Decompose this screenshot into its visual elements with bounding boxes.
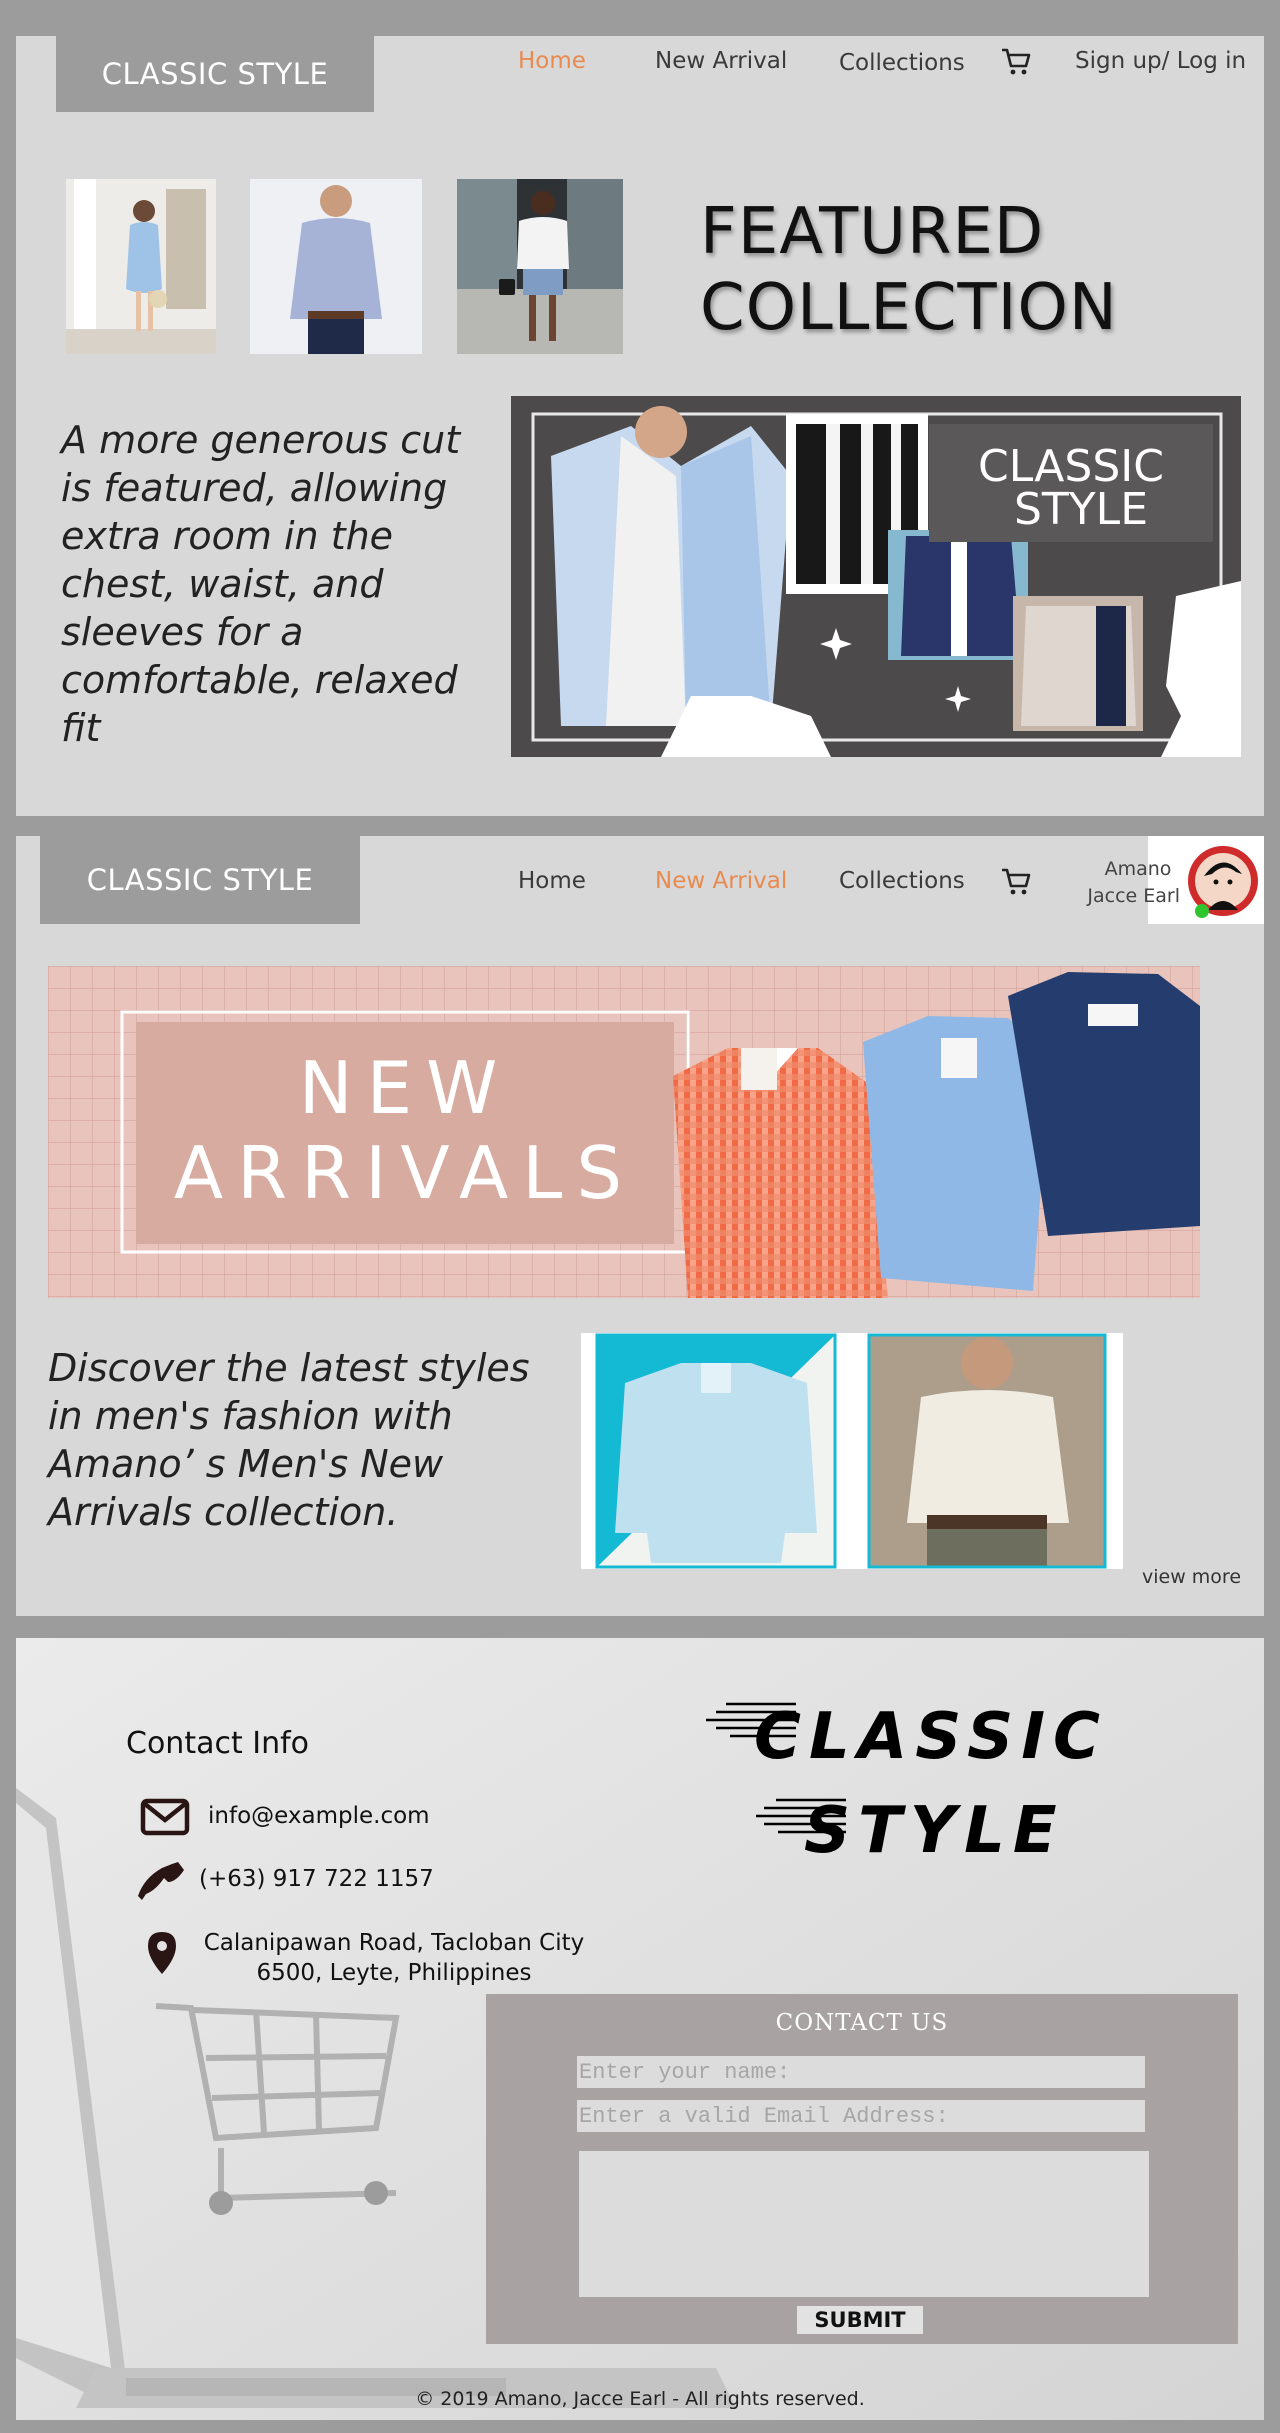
new-arrival-description: Discover the latest styles in men's fash… — [48, 1346, 530, 1534]
new-arrival-gallery — [581, 1333, 1123, 1569]
featured-description: A more generous cut is featured, allowin… — [61, 418, 461, 750]
product-thumb-dress[interactable] — [66, 179, 216, 354]
user-last-name: Jacce Earl — [1087, 885, 1180, 907]
online-status-icon — [1195, 904, 1209, 918]
featured-section: CLASSIC STYLE Home New Arrival Collectio… — [16, 36, 1264, 816]
user-name[interactable]: Amano Jacce Earl — [1056, 856, 1180, 910]
product-thumb-shirt[interactable] — [250, 179, 422, 354]
product-thumb-blouse[interactable] — [457, 179, 623, 354]
nav-new-arrival[interactable]: New Arrival — [655, 868, 787, 894]
nav-home[interactable]: Home — [518, 48, 586, 74]
brand-wordmark-line2: STYLE — [804, 1794, 1065, 1868]
view-more-link[interactable]: view more — [1142, 1566, 1241, 1588]
brand-wordmark-line1: CLASSIC — [754, 1700, 1108, 1774]
location-pin-icon — [148, 1932, 176, 1974]
banner-brand-line2: STYLE — [1014, 484, 1148, 535]
phone-icon — [138, 1862, 184, 1900]
user-first-name: Amano — [1104, 858, 1172, 880]
nav-collections[interactable]: Collections — [839, 50, 965, 76]
contact-email[interactable]: info@example.com — [208, 1803, 430, 1829]
banner-new: NEW — [299, 1046, 512, 1130]
contact-form: CONTACT US SUBMIT — [486, 1994, 1238, 2344]
name-input[interactable] — [577, 2056, 1145, 2088]
address-line2: 6500, Leyte, Philippines — [256, 1960, 532, 1986]
contact-address: Calanipawan Road, Tacloban City 6500, Le… — [194, 1928, 594, 1988]
message-textarea[interactable] — [579, 2151, 1149, 2297]
new-arrivals-banner-graphic: NEW ARRIVALS — [48, 966, 1200, 1298]
email-icon — [140, 1798, 190, 1836]
nav-new-arrival[interactable]: New Arrival — [655, 48, 787, 74]
copyright-footer: © 2019 Amano, Jacce Earl - All rights re… — [415, 2388, 865, 2410]
cart-icon[interactable] — [1000, 47, 1032, 77]
contact-form-title: CONTACT US — [775, 2010, 949, 2036]
signup-login-link[interactable]: Sign up/ Log in — [1075, 48, 1246, 74]
contact-phone[interactable]: (+63) 917 722 1157 — [199, 1866, 434, 1892]
banner-arrivals: ARRIVALS — [174, 1131, 636, 1215]
featured-title-line1: FEATURED — [700, 195, 1045, 269]
address-line1: Calanipawan Road, Tacloban City — [203, 1930, 585, 1956]
brand-logo[interactable]: CLASSIC STYLE — [40, 836, 360, 924]
new-arrivals-banner[interactable]: NEW ARRIVALS — [48, 966, 1200, 1298]
featured-collection-title: FEATURED COLLECTION — [700, 194, 1118, 346]
featured-banner-graphic: CLASSIC STYLE — [511, 396, 1241, 757]
brand-logo-text: CLASSIC STYLE — [86, 863, 314, 897]
contact-info-title: Contact Info — [126, 1726, 310, 1761]
brand-logo[interactable]: CLASSIC STYLE — [56, 36, 374, 112]
brand-logo-text: CLASSIC STYLE — [101, 57, 329, 91]
featured-title-line2: COLLECTION — [700, 271, 1118, 345]
cart-icon[interactable] — [1000, 867, 1032, 897]
contact-section: Contact Info info@example.com (+63) 917 … — [16, 1638, 1264, 2420]
avatar — [1188, 846, 1258, 918]
email-input[interactable] — [577, 2100, 1145, 2132]
new-arrival-gallery-graphic — [581, 1333, 1123, 1569]
nav-home[interactable]: Home — [518, 868, 586, 894]
new-arrival-section: CLASSIC STYLE Home New Arrival Collectio… — [16, 836, 1264, 1616]
featured-banner[interactable]: CLASSIC STYLE — [511, 396, 1241, 757]
submit-button[interactable]: SUBMIT — [797, 2306, 923, 2334]
nav-collections[interactable]: Collections — [839, 868, 965, 894]
